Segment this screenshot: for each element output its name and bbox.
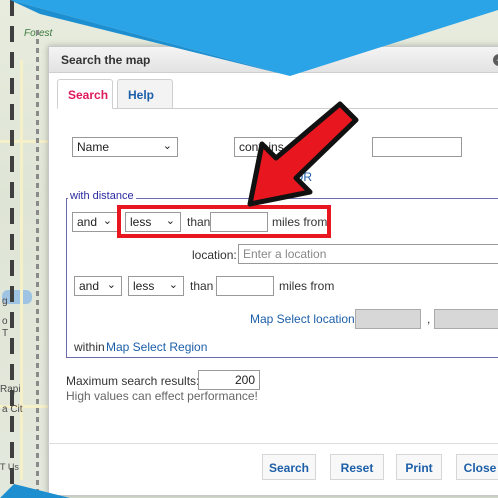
conjunction-value: and [79, 279, 100, 293]
distance-input-2[interactable] [216, 276, 274, 296]
performance-note: High values can effect performance! [66, 389, 258, 403]
coord-separator: , [427, 312, 431, 326]
reset-button[interactable]: Reset [330, 454, 384, 480]
footer-divider [48, 443, 498, 444]
map-select-region-link[interactable]: Map Select Region [106, 340, 207, 354]
max-results-input[interactable]: 200 [198, 370, 260, 390]
chevron-down-icon: ⌄ [168, 279, 178, 291]
comparison-select-2[interactable]: less ⌄ [128, 276, 184, 296]
chevron-down-icon: ⌄ [102, 215, 112, 227]
map-label: g [2, 296, 8, 307]
chevron-down-icon: ⌄ [106, 279, 116, 291]
comparison-value: less [133, 279, 155, 293]
conjunction-select-2[interactable]: and ⌄ [74, 276, 122, 296]
map-road [0, 140, 48, 143]
frame-decoration [36, 30, 39, 498]
field-select[interactable]: Name ⌄ [72, 137, 178, 157]
annotation-arrow-icon [247, 101, 359, 207]
bottom-corner-decoration [0, 484, 70, 498]
miles-from-label: miles from [279, 279, 335, 293]
map-select-location-link[interactable]: Map Select location [250, 312, 355, 326]
max-results-label: Maximum search results: [66, 374, 200, 388]
longitude-field[interactable] [434, 309, 498, 329]
field-select-value: Name [77, 140, 110, 154]
within-label: within [74, 340, 105, 354]
distance-legend: with distance [68, 190, 136, 202]
close-button[interactable]: Close [456, 454, 498, 480]
conjunction-value: and [77, 215, 98, 229]
map-road [20, 60, 23, 480]
chevron-down-icon: ⌄ [162, 140, 172, 152]
map-label: T [2, 328, 9, 339]
latitude-field[interactable] [355, 309, 421, 329]
map-label: o [2, 316, 8, 327]
conjunction-select[interactable]: and ⌄ [72, 212, 118, 232]
tab-search[interactable]: Search [57, 79, 113, 109]
location-input[interactable]: Enter a location [238, 244, 498, 264]
print-button[interactable]: Print [396, 454, 442, 480]
search-button[interactable]: Search [262, 454, 316, 480]
location-label: location: [192, 248, 237, 262]
top-banner-decoration [10, 0, 498, 76]
than-label: than [190, 279, 214, 293]
name-value-input[interactable] [372, 137, 462, 157]
tab-help[interactable]: Help [117, 79, 173, 109]
